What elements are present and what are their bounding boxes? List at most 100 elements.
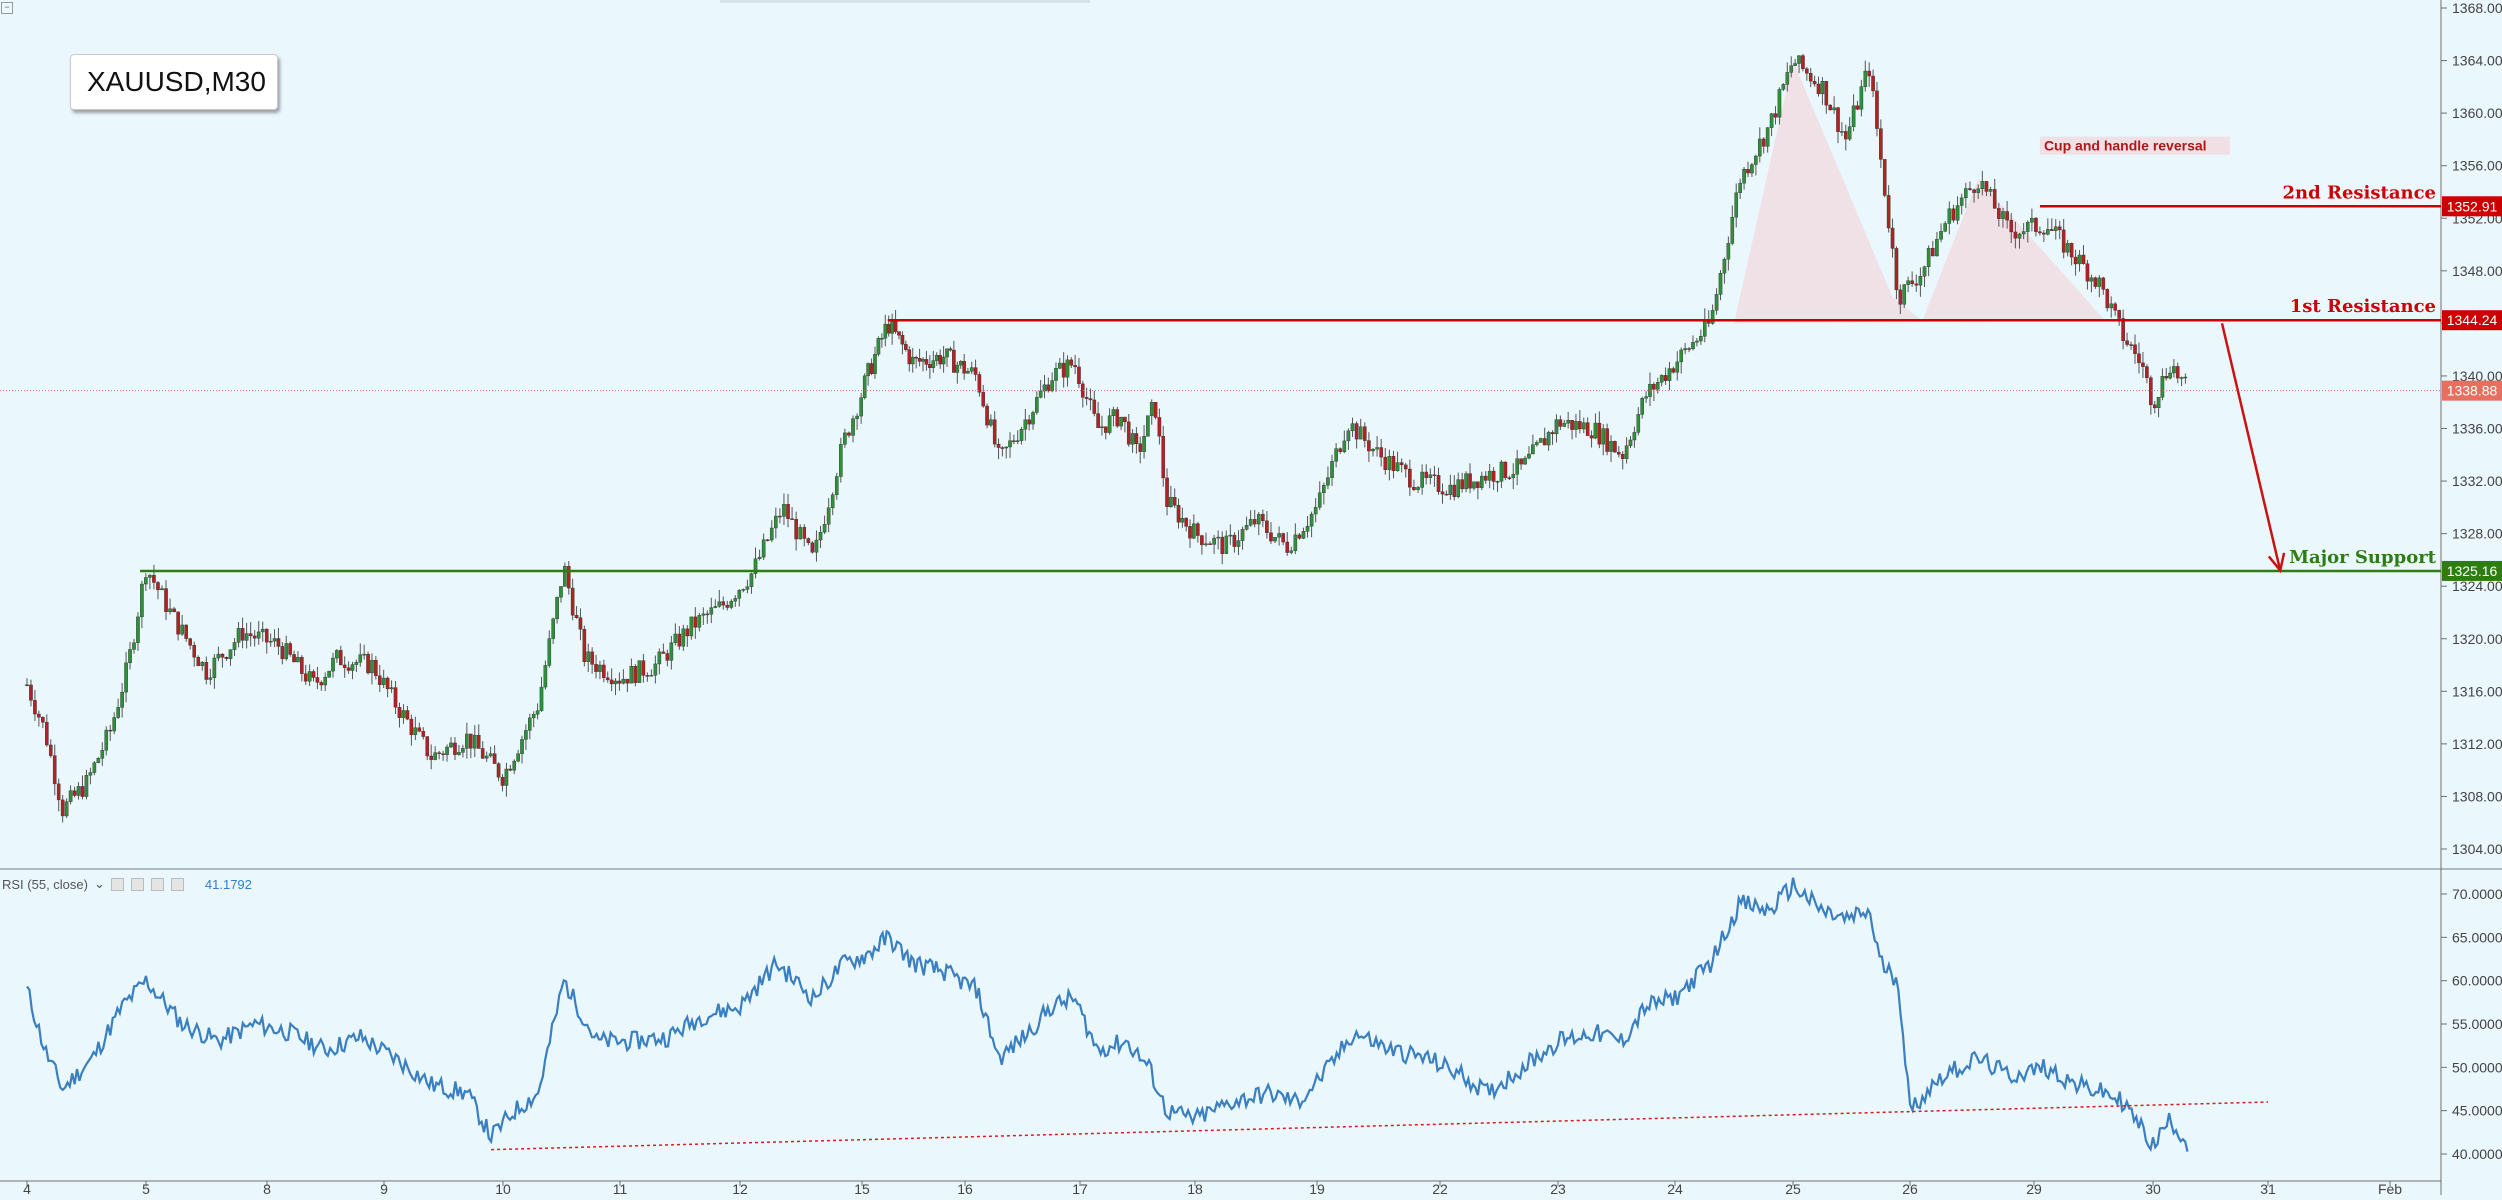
candle-bear: [1968, 181, 1972, 191]
candle-body: [366, 653, 370, 674]
candle-body: [1019, 429, 1024, 441]
candle-bull: [1667, 361, 1672, 391]
candle-bear: [397, 702, 402, 728]
candle-bull: [1765, 127, 1770, 153]
candle-body: [914, 357, 918, 359]
candle-body: [1428, 474, 1433, 478]
candle-body: [977, 374, 982, 393]
candle-bull: [814, 530, 819, 562]
rsi-remove-icon[interactable]: [170, 877, 184, 891]
candle-bull: [2077, 250, 2082, 272]
candle-bull: [296, 651, 300, 663]
candle-body: [268, 640, 273, 643]
candle-bear: [319, 680, 324, 691]
candle-body: [220, 653, 225, 658]
candle-bear: [904, 340, 908, 352]
candle-bull: [1515, 449, 1519, 486]
rsi-legend-chevron-icon[interactable]: ⌄: [94, 876, 105, 892]
candle-bear: [1460, 472, 1464, 493]
candle-body: [952, 349, 956, 373]
candle-bear: [188, 637, 193, 650]
candle-bull: [2160, 368, 2165, 401]
candle-bear: [1812, 75, 1817, 87]
candle-body: [1023, 419, 1028, 430]
candle-body: [1244, 525, 1249, 530]
candle-body: [1566, 420, 1570, 424]
candle-bull: [236, 622, 241, 648]
candle-bull: [1714, 288, 1719, 315]
candle-bull: [1111, 406, 1116, 427]
candle-body: [705, 613, 710, 616]
candle-body: [629, 666, 634, 684]
candle-body: [1785, 72, 1790, 85]
candle-body: [578, 617, 583, 630]
candle-body: [1984, 181, 1989, 192]
candle-body: [72, 790, 77, 796]
candle-body: [1652, 383, 1656, 390]
candle-body: [1236, 540, 1241, 547]
candle-body: [216, 653, 221, 659]
candle-body: [563, 566, 567, 587]
candle-body: [1663, 375, 1668, 381]
candle-body: [535, 710, 540, 715]
candle-bull: [1050, 372, 1054, 393]
candle-body: [774, 515, 778, 529]
candle-bear: [2141, 351, 2145, 378]
candle-bear: [594, 654, 598, 679]
candle-body: [1273, 537, 1277, 542]
candle-body: [1265, 520, 1269, 533]
candle-body: [1289, 550, 1294, 553]
candle-body: [1161, 436, 1166, 479]
candle-bear: [566, 561, 571, 595]
candle-bear: [794, 511, 798, 551]
candle-bull: [839, 437, 843, 483]
candle-bear: [1354, 421, 1359, 449]
candle-bear: [1126, 414, 1131, 447]
candle-body: [665, 653, 670, 661]
candle-bull: [232, 637, 237, 657]
price-badge-label: 1352.91: [2447, 198, 2498, 214]
candle-bear: [1882, 159, 1887, 198]
candle-bull: [931, 350, 936, 373]
candle-body: [962, 361, 966, 374]
candle-body: [92, 762, 97, 773]
candle-body: [749, 573, 754, 587]
candle-bull: [307, 664, 312, 686]
candle-body: [1754, 155, 1758, 165]
candle-body: [839, 444, 843, 477]
candle-bear: [847, 431, 851, 438]
rsi-settings-icon[interactable]: [110, 877, 124, 891]
candle-body: [196, 657, 201, 667]
candle-bear: [2034, 217, 2038, 237]
candle-body: [1468, 473, 1472, 489]
price-axis: 1304.001308.001312.001316.001320.001324.…: [2441, 0, 2502, 857]
collapse-icon[interactable]: −: [1, 2, 13, 14]
candle-bear: [276, 628, 281, 655]
candle-body: [859, 397, 863, 417]
candle-body: [769, 527, 774, 541]
candle-body: [1832, 107, 1836, 111]
candle-body: [2183, 376, 2188, 379]
candle-bull: [822, 515, 827, 535]
candle-body: [1640, 398, 1644, 415]
candle-body: [176, 611, 180, 635]
candle-bear: [1061, 352, 1066, 388]
candle-bear: [790, 507, 794, 520]
candle-body: [945, 348, 949, 358]
candle-bear: [1491, 467, 1496, 490]
candle-bear: [1188, 519, 1192, 548]
rsi-format-icon[interactable]: [130, 877, 144, 891]
candle-bull: [1317, 481, 1322, 511]
candle-body: [1269, 532, 1273, 542]
candle-bear: [385, 676, 390, 698]
time-tick-label: 10: [495, 1181, 511, 1195]
candle-body: [904, 343, 908, 350]
candle-bull: [613, 678, 618, 696]
rsi-tick-label: 55.0000: [2452, 1016, 2502, 1032]
candle-body: [1589, 435, 1594, 439]
candle-body: [200, 661, 205, 667]
rsi-add-icon[interactable]: [150, 877, 164, 891]
candle-body: [1624, 445, 1629, 459]
candle-bull: [260, 621, 265, 642]
rsi-trendline: [491, 1101, 2269, 1151]
